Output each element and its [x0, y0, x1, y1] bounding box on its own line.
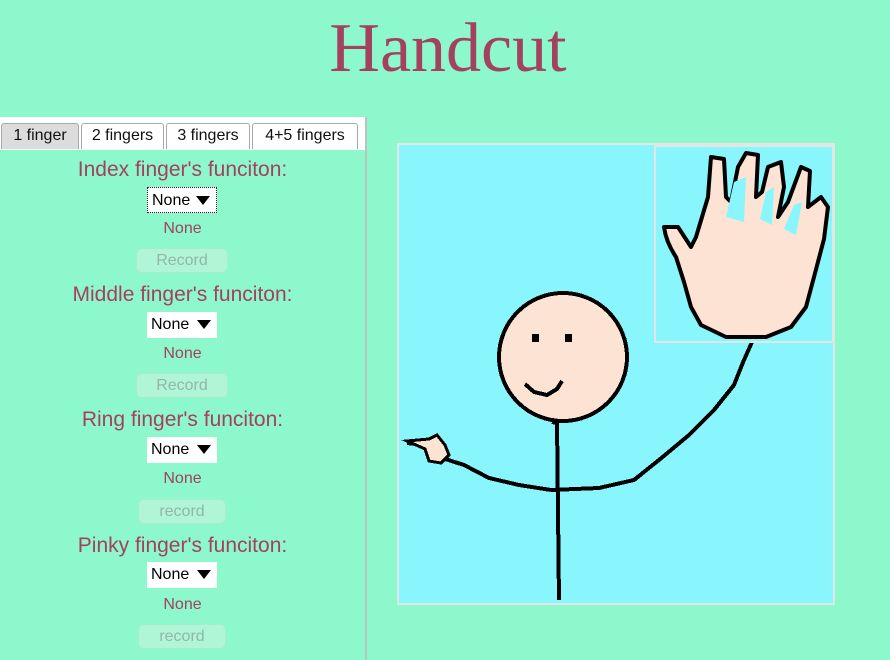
- ring-finger-label: Ring finger's funciton:: [81, 408, 284, 431]
- tab-1-finger[interactable]: 1 finger: [1, 123, 79, 149]
- head: [497, 291, 629, 423]
- pinky-current-function: None: [163, 596, 202, 613]
- tab-4-5-fingers[interactable]: 4+5 fingers: [252, 123, 358, 149]
- dropdown-arrow-icon: [197, 570, 211, 579]
- ring-function-select[interactable]: None: [147, 437, 217, 463]
- pointing-hand: [401, 433, 451, 465]
- tab-3-fingers[interactable]: 3 fingers: [166, 123, 250, 149]
- dropdown-arrow-icon: [196, 196, 210, 205]
- app-title: Handcut: [329, 10, 567, 87]
- pinky-select-value: None: [151, 566, 190, 583]
- index-function-select[interactable]: None: [147, 187, 217, 213]
- dropdown-arrow-icon: [197, 445, 211, 454]
- index-record-button[interactable]: Record: [136, 248, 228, 273]
- right-eye: [565, 334, 572, 342]
- left-eye: [532, 334, 539, 342]
- ring-current-function: None: [163, 470, 202, 487]
- middle-finger-label: Middle finger's funciton:: [72, 283, 293, 306]
- pinky-record-button[interactable]: record: [138, 624, 226, 649]
- middle-record-button[interactable]: Record: [136, 373, 228, 398]
- hand-preview-frame: [654, 145, 834, 343]
- ring-record-button[interactable]: record: [138, 499, 226, 524]
- pinky-finger-label: Pinky finger's funciton:: [77, 534, 288, 557]
- body-line: [551, 420, 561, 601]
- middle-select-value: None: [151, 316, 190, 333]
- index-current-function: None: [163, 220, 202, 237]
- gesture-canvas[interactable]: [397, 143, 835, 605]
- hand-icon: [662, 151, 830, 339]
- middle-current-function: None: [163, 345, 202, 362]
- open-hand: [662, 151, 830, 339]
- pinky-function-select[interactable]: None: [147, 562, 217, 588]
- index-finger-label: Index finger's funciton:: [77, 158, 288, 181]
- index-select-value: None: [152, 192, 191, 209]
- finger-settings-panel: 1 finger 2 fingers 3 fingers 4+5 fingers…: [0, 117, 367, 660]
- dropdown-arrow-icon: [197, 320, 211, 329]
- ring-select-value: None: [151, 441, 190, 458]
- middle-function-select[interactable]: None: [147, 312, 217, 338]
- tab-2-fingers[interactable]: 2 fingers: [81, 123, 164, 149]
- finger-count-tabs: 1 finger 2 fingers 3 fingers 4+5 fingers: [0, 117, 365, 150]
